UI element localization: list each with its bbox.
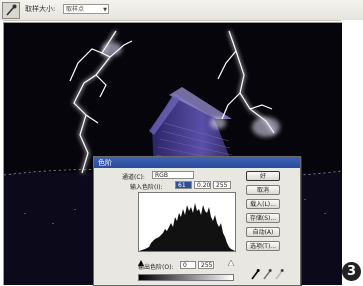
sample-size-select[interactable]: 取样点 ▼ xyxy=(63,4,109,14)
output-black-field[interactable]: 0 xyxy=(180,261,196,269)
cancel-button[interactable]: 取消 xyxy=(246,185,280,195)
output-black-value: 0 xyxy=(183,262,187,269)
black-eyedropper-icon[interactable] xyxy=(250,265,260,280)
channel-value: RGB xyxy=(155,172,168,179)
input-white-value: 255 xyxy=(216,182,228,189)
output-white-field[interactable]: 255 xyxy=(198,261,214,269)
channel-label: 通道(C): xyxy=(122,174,145,181)
options-bar: 取样大小: 取样点 ▼ xyxy=(0,0,363,21)
step-number-badge: 3 xyxy=(342,262,361,281)
right-margin xyxy=(341,20,363,284)
input-black-field[interactable]: 61 xyxy=(175,181,192,189)
white-eyedropper-icon[interactable] xyxy=(274,265,284,280)
output-levels-label: 输出色阶(O): xyxy=(138,264,174,271)
save-button[interactable]: 存储(S)... xyxy=(246,213,280,223)
sample-size-label: 取样大小: xyxy=(25,5,56,13)
eyedropper-tool-icon[interactable] xyxy=(2,2,20,19)
white-point-slider[interactable] xyxy=(227,259,235,267)
dialog-title-bar[interactable]: 色阶 xyxy=(94,157,300,168)
channel-select[interactable]: RGB xyxy=(152,171,194,179)
input-white-field[interactable]: 255 xyxy=(213,181,231,189)
output-white-value: 255 xyxy=(201,262,213,269)
chevron-down-icon: ▼ xyxy=(103,7,107,13)
load-button[interactable]: 载入(L)... xyxy=(246,199,280,209)
histogram xyxy=(138,192,236,252)
output-gradient xyxy=(138,274,234,281)
input-slider[interactable] xyxy=(138,251,235,267)
options-button[interactable]: 选项(T)... xyxy=(246,241,280,251)
input-levels-label: 输入色阶(I): xyxy=(130,184,163,191)
ok-button[interactable]: 好 xyxy=(246,171,280,181)
sample-size-value: 取样点 xyxy=(66,6,85,13)
input-gamma-field[interactable]: 0.20 xyxy=(194,181,211,189)
input-gamma-value: 0.20 xyxy=(197,182,211,189)
levels-dialog: 色阶 通道(C): RGB 输入色阶(I): 61 0.20 255 输出色阶(… xyxy=(93,156,301,286)
gray-eyedropper-icon[interactable] xyxy=(262,265,272,280)
auto-button[interactable]: 自动(A) xyxy=(246,227,280,237)
dialog-title: 色阶 xyxy=(98,159,112,167)
input-black-value: 61 xyxy=(178,182,186,189)
